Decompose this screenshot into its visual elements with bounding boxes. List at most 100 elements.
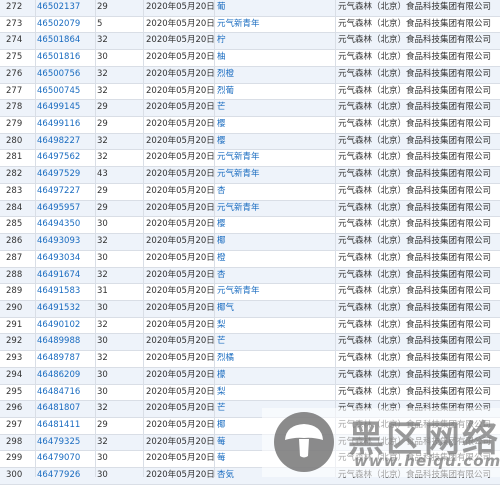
trademark-name-link[interactable]: 元气新青年: [217, 201, 327, 217]
registration-number-link[interactable]: 46481807: [37, 401, 93, 417]
registration-number-link[interactable]: 46500756: [37, 67, 93, 83]
class-cell: 29: [97, 119, 108, 130]
class-cell: 32: [97, 152, 108, 163]
registration-number-link[interactable]: 46489787: [37, 351, 93, 367]
class-cell: 32: [97, 319, 108, 330]
registration-number-link[interactable]: 46501864: [37, 33, 93, 49]
trademark-name-link[interactable]: 烈橘: [217, 351, 327, 367]
registration-number-link[interactable]: 46479325: [37, 435, 93, 451]
trademark-name-link[interactable]: 葡: [217, 0, 327, 16]
trademark-name-link[interactable]: 芒: [217, 334, 327, 350]
trademark-name-link[interactable]: 杏: [217, 268, 327, 284]
table-row: 295 46484716 30 2020年05月20日梨元气森林（北京）食品科技集团有…: [0, 384, 500, 402]
row-index: 272: [6, 2, 23, 12]
trademark-name-link[interactable]: 烈橙: [217, 67, 327, 83]
registration-number-link[interactable]: 46486209: [37, 368, 93, 384]
trademark-name-link[interactable]: 樱: [217, 217, 327, 233]
table-row: 297 46481411 29 2020年05月20日椰元气森林（北京）食品科技集团有…: [0, 417, 500, 435]
row-index: 286: [6, 236, 23, 247]
trademark-name-link[interactable]: 芒: [217, 100, 327, 116]
registration-number-link[interactable]: 46481411: [37, 418, 93, 434]
applicant-cell: 元气森林（北京）食品科技集团有限公司: [338, 2, 492, 12]
registration-number-link[interactable]: 46497529: [37, 167, 93, 183]
registration-number-link[interactable]: 46501816: [37, 50, 93, 66]
applicant-cell: 元气森林（北京）食品科技集团有限公司: [338, 386, 492, 397]
registration-number-link[interactable]: 46490102: [37, 318, 93, 334]
table-row: 281 46497562 32 2020年05月20日 元气新青年 元气森林（北京）食品科…: [0, 150, 500, 168]
registration-number-link[interactable]: 46479070: [37, 451, 93, 467]
trademark-name-link[interactable]: 橙: [217, 251, 327, 267]
trademark-name-link[interactable]: 梨: [217, 385, 327, 401]
registration-number-link[interactable]: 46491583: [37, 284, 93, 300]
class-cell: 30: [97, 369, 108, 380]
row-index: 274: [6, 35, 23, 46]
registration-number-link[interactable]: 46497227: [37, 184, 93, 200]
trademark-name-link[interactable]: 元气新青年: [217, 284, 327, 300]
registration-number-link[interactable]: 46494350: [37, 217, 93, 233]
registration-number-link[interactable]: 46497562: [37, 150, 93, 166]
registration-number-link[interactable]: 46484716: [37, 385, 93, 401]
trademark-name-link[interactable]: 樱: [217, 134, 327, 150]
registration-number-link[interactable]: 46495957: [37, 201, 93, 217]
trademark-name-link[interactable]: 梨: [217, 318, 327, 334]
column-divider: [95, 0, 96, 477]
table-row: 296 46481807 32 2020年05月20日芒元气森林（北京）食品科技集团有…: [0, 401, 500, 418]
trademark-name-link[interactable]: 檬: [217, 368, 327, 384]
trademark-name-link[interactable]: 椰: [217, 418, 327, 434]
class-cell: 32: [97, 68, 108, 79]
trademark-name-link[interactable]: 烈葡: [217, 84, 327, 100]
applicant-cell: 元气森林（北京）食品科技集团有限公司: [338, 202, 492, 213]
trademark-name-link[interactable]: 元气新青年: [217, 17, 327, 33]
applicant-cell: 元气森林（北京）食品科技集团有限公司: [338, 336, 492, 347]
trademark-name-link[interactable]: 杏: [217, 184, 327, 200]
applicant-cell: 元气森林（北京）食品科技集团有限公司: [338, 286, 492, 297]
registration-number-link[interactable]: 46493093: [37, 234, 93, 250]
registration-number-link[interactable]: 46491532: [37, 301, 93, 317]
trademark-name-link[interactable]: 樱: [217, 117, 327, 133]
trademark-name-link[interactable]: 元气新青年: [217, 167, 327, 183]
registration-number-link[interactable]: 46489988: [37, 334, 93, 350]
trademark-name-link[interactable]: 椰: [217, 234, 327, 250]
row-index: 277: [6, 85, 23, 96]
registration-number-link[interactable]: 46502137: [37, 0, 93, 16]
row-index: 289: [6, 286, 23, 297]
registration-number-link[interactable]: 46500745: [37, 84, 93, 100]
column-divider: [214, 0, 215, 477]
trademark-name-link[interactable]: 杏気: [217, 468, 327, 484]
trademark-name-link[interactable]: 元气新青年: [217, 150, 327, 166]
registration-number-link[interactable]: 46491674: [37, 268, 93, 284]
registration-number-link[interactable]: 46498227: [37, 134, 93, 150]
row-index: 279: [6, 119, 23, 130]
row-index: 275: [6, 52, 23, 63]
table-row: 287 46493034 30 2020年05月20日橙元气森林（北京）食品科技集团有…: [0, 250, 500, 268]
registration-number-link[interactable]: 46493034: [37, 251, 93, 267]
applicant-cell: 元气森林（北京）食品科技集团有限公司: [338, 319, 492, 330]
row-index: 299: [6, 453, 23, 464]
trademark-name-link[interactable]: 柠: [217, 33, 327, 49]
applicant-cell: 元气森林（北京）食品科技集团有限公司: [338, 135, 492, 146]
trademark-name-link[interactable]: 芒: [217, 401, 327, 417]
column-divider: [143, 0, 144, 477]
registration-number-link[interactable]: 46477926: [37, 468, 93, 484]
table-row: 277 46500745 32 2020年05月20日 烈葡 元气森林（北京）食品科技集团…: [0, 83, 500, 101]
class-cell: 30: [97, 52, 108, 63]
registration-number-link[interactable]: 46502079: [37, 17, 93, 33]
trademark-name-link[interactable]: 莓: [217, 451, 327, 467]
registration-number-link[interactable]: 46499145: [37, 100, 93, 116]
class-cell: 29: [97, 202, 108, 213]
row-index: 278: [6, 102, 23, 113]
applicant-cell: 元气森林（北京）食品科技集团有限公司: [338, 453, 492, 464]
row-index: 296: [6, 403, 23, 414]
trademark-name-link[interactable]: 莓: [217, 435, 327, 451]
trademark-name-link[interactable]: 椰气: [217, 301, 327, 317]
table-row: 289 46491583 31 2020年05月20日 元气新青年 元气森林（北京）食品科…: [0, 284, 500, 301]
trademark-name-link[interactable]: 柚: [217, 50, 327, 66]
registration-number-link[interactable]: 46499116: [37, 117, 93, 133]
class-cell: 29: [97, 185, 108, 196]
table-row: 300 46477926 30 2020年05月20日 杏気 元气森林（北京）食品科技集团…: [0, 468, 500, 485]
table-row: 272 46502137 29 2020年05月20日葡元气森林（北京）食品科技集团有…: [0, 0, 500, 17]
applicant-cell: 元气森林（北京）食品科技集团有限公司: [338, 169, 492, 180]
class-cell: 32: [97, 35, 108, 46]
applicant-cell: 元气森林（北京）食品科技集团有限公司: [338, 35, 492, 46]
table-row: 288 46491674 32 2020年05月20日杏元气森林（北京）食品科技集团有…: [0, 267, 500, 285]
